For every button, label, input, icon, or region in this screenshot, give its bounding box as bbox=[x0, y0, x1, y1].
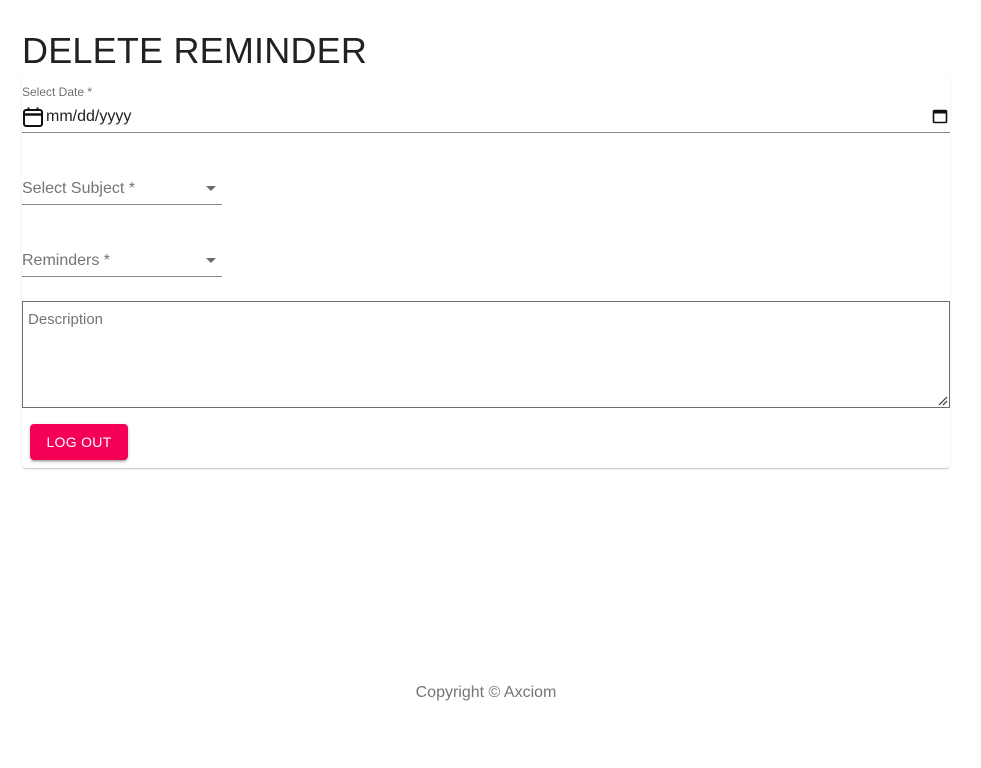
date-input[interactable]: mm/dd/yyyy bbox=[22, 105, 950, 133]
reminders-select-label: Reminders * bbox=[22, 252, 111, 269]
date-input-value: mm/dd/yyyy bbox=[46, 108, 132, 125]
reminders-select[interactable]: Reminders * bbox=[22, 246, 222, 277]
caret-down-icon bbox=[206, 258, 216, 263]
calendar-icon bbox=[23, 107, 43, 127]
logout-button[interactable]: LOG OUT bbox=[30, 424, 128, 460]
date-field-label: Select Date * bbox=[22, 85, 93, 99]
subject-select-label: Select Subject * bbox=[22, 180, 135, 197]
page: DELETE REMINDER Select Date * mm/dd/yyyy… bbox=[0, 0, 981, 768]
description-textarea[interactable]: Description bbox=[22, 301, 950, 408]
calendar-picker-icon[interactable] bbox=[932, 108, 948, 124]
subject-select[interactable]: Select Subject * bbox=[22, 174, 222, 205]
footer-copyright: Copyright © Axciom bbox=[415, 684, 557, 701]
resize-handle-icon[interactable] bbox=[937, 395, 948, 406]
reminder-form-card: Select Date * mm/dd/yyyy Select Subject … bbox=[22, 73, 950, 468]
caret-down-icon bbox=[206, 186, 216, 191]
description-placeholder: Description bbox=[28, 311, 104, 328]
page-title: DELETE REMINDER bbox=[22, 30, 368, 71]
